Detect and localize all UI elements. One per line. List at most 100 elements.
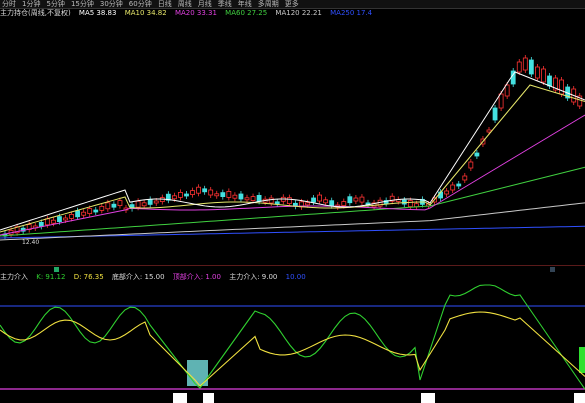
candle-down — [474, 152, 480, 157]
candle-up — [516, 61, 522, 73]
toolbar-item[interactable]: 15分钟 — [71, 0, 94, 8]
main-chart-legend: 主力持仓(周线,不复权) MA5 38.83 MA10 34.82 MA20 3… — [0, 8, 585, 18]
ma20-value: MA20 33.31 — [174, 9, 217, 17]
candle-up — [268, 197, 274, 204]
candle-up — [323, 199, 329, 204]
candle-down — [311, 197, 316, 203]
d-value: D: 76.35 — [73, 273, 104, 281]
main-entry-value: 主力介入: 9.00 — [229, 273, 278, 281]
toolbar-item[interactable]: 季线 — [218, 0, 232, 8]
kd-lines-group — [0, 284, 585, 390]
candle-up — [178, 191, 183, 198]
nav-block-3[interactable] — [421, 393, 435, 403]
candle-up — [226, 190, 232, 198]
toolbar-item[interactable]: 更多 — [285, 0, 299, 8]
d-line — [0, 311, 585, 387]
candle-up — [81, 211, 87, 216]
candle-down — [547, 75, 552, 87]
candle-up — [286, 197, 292, 205]
candle-up — [63, 217, 68, 221]
candle-up — [353, 197, 359, 202]
toolbar-item[interactable]: 周线 — [178, 0, 192, 8]
nav-block-2[interactable] — [203, 393, 214, 403]
nav-block-4[interactable] — [574, 393, 585, 403]
nav-block-1[interactable] — [173, 393, 187, 403]
candle-up — [317, 194, 323, 202]
candle-up — [87, 208, 93, 215]
ma20-line — [0, 114, 585, 236]
toolbar-item[interactable]: 年线 — [238, 0, 252, 8]
candle-up — [153, 200, 159, 204]
ma-lines-group — [0, 71, 585, 241]
candle-up — [214, 193, 220, 197]
top-entry-value: 顶部介入: 1.00 — [172, 273, 221, 281]
right-signal-bar — [579, 347, 585, 373]
ma10-value: MA10 34.82 — [124, 9, 167, 17]
toolbar-item[interactable]: 60分钟 — [129, 0, 152, 8]
sub-indicator-title[interactable]: 主力介入 — [0, 273, 28, 281]
kd-oscillator-chart[interactable] — [0, 282, 585, 403]
bottom-entry-value: 底部介入: 15.00 — [111, 273, 165, 281]
ma120-value: MA120 22.21 — [275, 9, 322, 17]
candle-up — [468, 161, 474, 169]
toolbar-item[interactable]: 日线 — [158, 0, 172, 8]
candle-down — [93, 209, 99, 213]
candle-up — [450, 184, 456, 191]
candles-group — [2, 55, 583, 239]
candle-up — [51, 219, 56, 224]
candle-up — [407, 200, 413, 207]
low-price-label: 12.40 — [22, 239, 39, 246]
candle-down — [75, 210, 80, 218]
candle-down — [256, 194, 262, 202]
candle-up — [359, 196, 365, 203]
candle-up — [486, 129, 492, 133]
candle-up — [105, 202, 111, 210]
toolbar-item[interactable]: 5分钟 — [46, 0, 64, 8]
candle-up — [208, 189, 214, 196]
toolbar-item[interactable]: 1分钟 — [22, 0, 40, 8]
toolbar-item[interactable]: 多周期 — [258, 0, 279, 8]
candle-down — [492, 107, 498, 121]
candle-up — [44, 218, 50, 226]
candle-down — [202, 188, 208, 193]
candle-up — [171, 195, 177, 200]
candle-down — [147, 198, 153, 205]
candle-down — [456, 183, 462, 187]
candle-up — [305, 202, 310, 206]
ma60-value: MA60 27.25 — [225, 9, 268, 17]
candle-up — [244, 197, 250, 201]
candle-up — [559, 79, 564, 95]
candle-down — [57, 216, 62, 223]
k-line — [0, 284, 585, 390]
candle-down — [38, 221, 44, 227]
ma5-value: MA5 38.83 — [78, 9, 117, 17]
candle-up — [69, 213, 74, 219]
indicator-title[interactable]: 主力持仓(周线,不复权) — [0, 9, 71, 17]
candlestick-chart[interactable]: 12.40 — [0, 18, 585, 265]
candle-down — [329, 200, 335, 207]
toolbar-item[interactable]: 30分钟 — [100, 0, 123, 8]
candle-up — [541, 68, 546, 83]
candle-up — [522, 57, 528, 71]
candle-up — [341, 201, 347, 206]
candle-up — [232, 194, 238, 199]
toolbar-item[interactable]: 分时 — [2, 0, 16, 8]
candle-up — [99, 205, 105, 211]
ma250-value: MA250 17.4 — [330, 9, 373, 17]
candle-down — [184, 193, 189, 197]
candle-up — [498, 93, 504, 109]
sub-chart-legend: 主力介入 K: 91.12 D: 76.35 底部介入: 15.00 顶部介入:… — [0, 272, 585, 282]
candle-down — [274, 201, 280, 205]
candle-down — [528, 59, 534, 75]
candle-down — [220, 192, 226, 198]
toolbar-item[interactable]: 月线 — [198, 0, 212, 8]
extra-value: 10.00 — [285, 273, 306, 281]
candle-up — [135, 200, 141, 208]
candle-up — [190, 190, 195, 196]
k-value: K: 91.12 — [36, 273, 66, 281]
candle-up — [535, 66, 540, 79]
candle-down — [111, 203, 117, 208]
candle-up — [250, 196, 256, 202]
candle-up — [444, 190, 450, 195]
candle-up — [196, 186, 202, 194]
